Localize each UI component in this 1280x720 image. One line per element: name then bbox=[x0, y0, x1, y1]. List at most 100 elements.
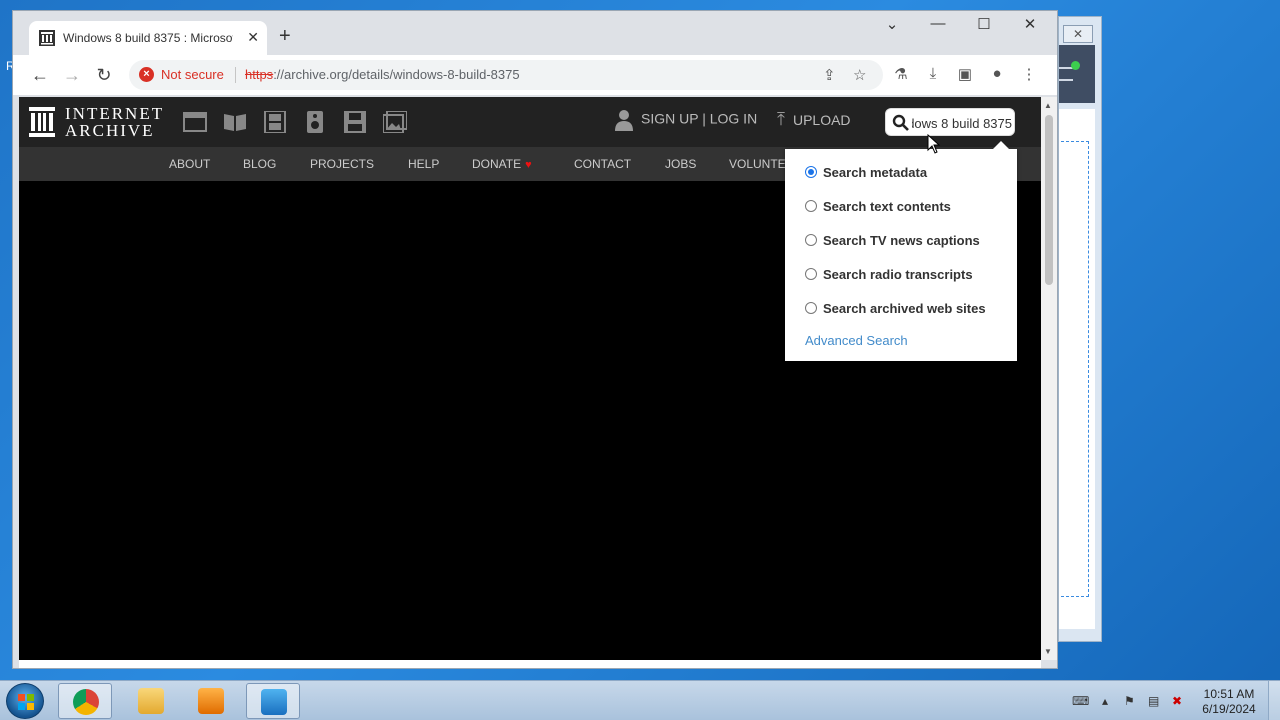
radio-selected-icon[interactable] bbox=[805, 166, 817, 178]
upload-icon: ⤒ bbox=[777, 109, 785, 129]
menu-icon[interactable] bbox=[1059, 67, 1073, 81]
browser-toolbar: ← → ↻ × Not secure https://archive.org/d… bbox=[13, 55, 1057, 95]
status-dot-icon bbox=[1071, 61, 1080, 70]
search-option-web[interactable]: Search archived web sites bbox=[805, 301, 986, 316]
nav-jobs[interactable]: JOBS bbox=[665, 157, 696, 171]
address-bar[interactable]: × Not secure https://archive.org/details… bbox=[129, 60, 883, 90]
logo-line-2: ARCHIVE bbox=[65, 121, 155, 140]
advanced-search-link[interactable]: Advanced Search bbox=[805, 333, 908, 348]
search-option-radio[interactable]: Search radio transcripts bbox=[805, 267, 973, 282]
profile-icon[interactable]: ● bbox=[987, 65, 1007, 82]
radio-icon[interactable] bbox=[805, 302, 817, 314]
close-icon[interactable]: ✕ bbox=[1063, 25, 1093, 43]
nav-contact[interactable]: CONTACT bbox=[574, 157, 631, 171]
volume-muted-icon[interactable]: ✖ bbox=[1172, 694, 1182, 708]
radio-icon[interactable] bbox=[805, 200, 817, 212]
search-option-text[interactable]: Search text contents bbox=[805, 199, 951, 214]
option-label: Search archived web sites bbox=[823, 301, 986, 316]
option-label: Search TV news captions bbox=[823, 233, 980, 248]
nav-blog[interactable]: BLOG bbox=[243, 157, 276, 171]
taskbar-explorer[interactable] bbox=[124, 683, 178, 719]
page-bottom-strip bbox=[19, 660, 1041, 668]
taskbar: ⌨ ▴ ⚑ ▤ ✖ 10:51 AM 6/19/2024 bbox=[0, 680, 1280, 720]
clock-time: 10:51 AM bbox=[1203, 687, 1255, 701]
maximize-button[interactable]: ☐ bbox=[969, 15, 999, 33]
ia-header: INTERNET ARCHIVE SIGN UP | LOG IN ⤒ UPLO… bbox=[19, 97, 1041, 147]
action-center-flag-icon[interactable]: ⚑ bbox=[1124, 694, 1135, 708]
images-icon[interactable] bbox=[383, 111, 407, 133]
logo-line-1: INTERNET bbox=[65, 104, 165, 123]
nav-projects[interactable]: PROJECTS bbox=[310, 157, 374, 171]
radio-icon[interactable] bbox=[805, 268, 817, 280]
user-icon bbox=[615, 110, 633, 131]
taskbar-remote-app[interactable] bbox=[246, 683, 300, 719]
search-icon[interactable] bbox=[892, 114, 910, 132]
keyboard-icon[interactable]: ⌨ bbox=[1072, 694, 1089, 708]
minimize-button[interactable]: — bbox=[923, 15, 953, 32]
share-icon[interactable]: ⇪ bbox=[823, 66, 836, 84]
archive-logo-icon[interactable] bbox=[29, 107, 55, 137]
start-button[interactable] bbox=[6, 683, 44, 719]
search-option-metadata[interactable]: Search metadata bbox=[805, 165, 927, 180]
show-desktop-button[interactable] bbox=[1268, 681, 1280, 720]
menu-kebab-icon[interactable]: ⋮ bbox=[1019, 65, 1039, 83]
archive-logo-text[interactable]: INTERNET ARCHIVE bbox=[65, 105, 164, 139]
scroll-up-icon[interactable]: ▲ bbox=[1044, 101, 1052, 110]
url-text[interactable]: https://archive.org/details/windows-8-bu… bbox=[245, 67, 520, 82]
not-secure-icon[interactable]: × bbox=[139, 67, 154, 82]
media-player-icon bbox=[198, 688, 224, 714]
close-window-button[interactable]: ✕ bbox=[1015, 15, 1045, 33]
search-option-tv[interactable]: Search TV news captions bbox=[805, 233, 980, 248]
tab-search-button[interactable]: ⌄ bbox=[877, 15, 907, 33]
nav-about[interactable]: ABOUT bbox=[169, 157, 210, 171]
side-panel-icon[interactable]: ▣ bbox=[955, 65, 975, 83]
audio-icon[interactable] bbox=[303, 111, 327, 133]
url-scheme: https bbox=[245, 67, 274, 82]
browser-tab[interactable]: Windows 8 build 8375 : Microsoft ✕ bbox=[29, 21, 267, 55]
tray-expand-icon[interactable]: ▴ bbox=[1102, 694, 1108, 708]
web-icon[interactable] bbox=[183, 111, 207, 133]
radio-icon[interactable] bbox=[805, 234, 817, 246]
sign-up-login-link[interactable]: SIGN UP | LOG IN bbox=[615, 109, 757, 131]
forward-button[interactable]: → bbox=[61, 65, 83, 85]
reload-button[interactable]: ↻ bbox=[93, 65, 115, 85]
back-button[interactable]: ← bbox=[29, 65, 51, 85]
clock[interactable]: 10:51 AM 6/19/2024 bbox=[1194, 687, 1264, 717]
background-window[interactable]: ✕ bbox=[1058, 16, 1102, 642]
taskbar-chrome[interactable] bbox=[58, 683, 112, 719]
upload-link[interactable]: ⤒ UPLOAD bbox=[777, 109, 851, 130]
scrollbar-thumb[interactable] bbox=[1045, 115, 1053, 285]
option-label: Search text contents bbox=[823, 199, 951, 214]
download-icon[interactable]: ⤓ bbox=[923, 65, 943, 82]
search-input[interactable] bbox=[912, 113, 1012, 133]
scroll-down-icon[interactable]: ▼ bbox=[1044, 647, 1052, 656]
video-icon[interactable] bbox=[263, 111, 287, 133]
nav-donate-label: DONATE bbox=[472, 157, 522, 171]
software-icon[interactable] bbox=[343, 111, 367, 133]
tab-title: Windows 8 build 8375 : Microsoft bbox=[63, 31, 233, 45]
browser-window: Windows 8 build 8375 : Microsoft ✕ + ⌄ —… bbox=[12, 10, 1058, 669]
new-tab-button[interactable]: + bbox=[279, 25, 291, 48]
security-label[interactable]: Not secure bbox=[161, 67, 224, 82]
close-icon[interactable]: ✕ bbox=[247, 29, 259, 46]
ia-search-box[interactable] bbox=[885, 108, 1015, 136]
background-window-toolbar bbox=[1059, 45, 1095, 103]
clock-date: 6/19/2024 bbox=[1202, 702, 1256, 716]
selection-outline bbox=[1061, 141, 1089, 597]
vertical-scrollbar[interactable]: ▲ ▼ bbox=[1041, 97, 1057, 660]
labs-flask-icon[interactable]: ⚗ bbox=[891, 65, 911, 83]
nav-donate[interactable]: DONATE ♥ bbox=[472, 157, 532, 171]
nav-help[interactable]: HELP bbox=[408, 157, 439, 171]
bookmark-star-icon[interactable]: ☆ bbox=[853, 66, 866, 84]
sign-up-login-label: SIGN UP | LOG IN bbox=[641, 110, 758, 127]
mouse-cursor-icon bbox=[927, 134, 941, 154]
upload-label: UPLOAD bbox=[792, 112, 851, 128]
search-options-dropdown: Search metadata Search text contents Sea… bbox=[785, 141, 1017, 361]
address-divider bbox=[235, 67, 236, 83]
remote-app-icon bbox=[261, 689, 287, 715]
network-icon[interactable]: ▤ bbox=[1148, 694, 1159, 708]
texts-icon[interactable] bbox=[223, 111, 247, 133]
heart-icon: ♥ bbox=[525, 159, 532, 171]
option-label: Search radio transcripts bbox=[823, 267, 973, 282]
taskbar-media-player[interactable] bbox=[184, 683, 238, 719]
